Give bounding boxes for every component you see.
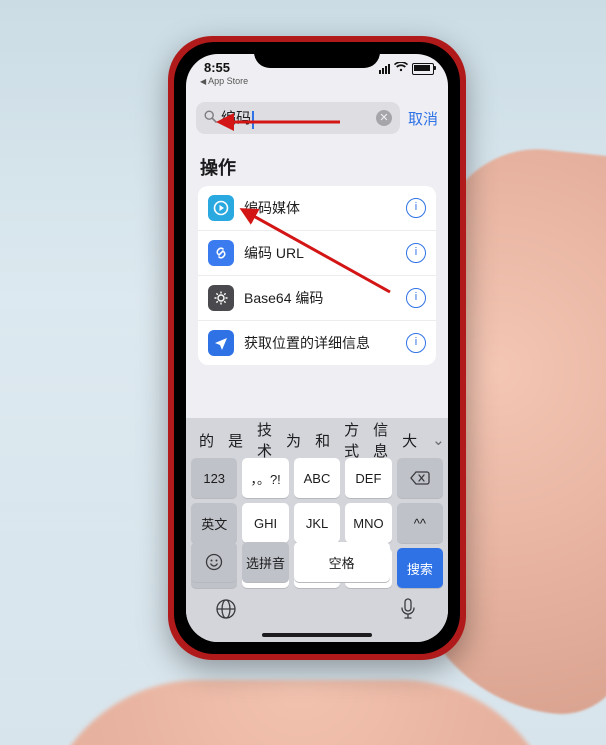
back-to-appstore[interactable]: App Store bbox=[200, 76, 248, 86]
key-punct[interactable]: ，。?! bbox=[242, 458, 288, 498]
cellular-icon bbox=[379, 64, 390, 74]
mic-icon[interactable] bbox=[396, 597, 420, 621]
candidate[interactable]: 是 bbox=[221, 430, 250, 451]
candidate[interactable]: 为 bbox=[279, 430, 308, 451]
candidate[interactable]: 方式 bbox=[337, 419, 366, 461]
key-select-pinyin[interactable]: 选拼音 bbox=[242, 542, 288, 582]
candidate[interactable]: 大 bbox=[395, 430, 424, 451]
section-title: 操作 bbox=[200, 154, 434, 180]
gear-icon bbox=[208, 285, 234, 311]
candidate-expand-icon[interactable]: ⌄ bbox=[424, 431, 448, 449]
info-icon[interactable]: i bbox=[406, 333, 426, 353]
key-backspace[interactable] bbox=[397, 458, 443, 498]
link-icon bbox=[208, 240, 234, 266]
clear-icon[interactable]: ✕ bbox=[376, 110, 392, 126]
candidate[interactable]: 和 bbox=[308, 430, 337, 451]
status-time: 8:55 bbox=[204, 60, 230, 75]
location-icon bbox=[208, 330, 234, 356]
candidate[interactable]: 技术 bbox=[250, 419, 279, 461]
media-icon bbox=[208, 195, 234, 221]
candidate-bar[interactable]: 的 是 技术 为 和 方式 信息 大 ⌄ bbox=[186, 422, 448, 458]
annotation-arrow-to-media bbox=[240, 202, 400, 307]
key-jkl[interactable]: JKL bbox=[294, 503, 340, 543]
key-mno[interactable]: MNO bbox=[345, 503, 391, 543]
info-icon[interactable]: i bbox=[406, 198, 426, 218]
globe-icon[interactable] bbox=[214, 597, 238, 621]
key-search[interactable]: 搜索 bbox=[397, 548, 443, 588]
key-ghi[interactable]: GHI bbox=[242, 503, 288, 543]
action-label: 获取位置的详细信息 bbox=[244, 333, 406, 353]
info-icon[interactable]: i bbox=[406, 288, 426, 308]
keyboard: 的 是 技术 为 和 方式 信息 大 ⌄ 123 ，。?! ABC bbox=[186, 418, 448, 642]
key-english[interactable]: 英文 bbox=[191, 503, 237, 543]
key-smiley[interactable] bbox=[191, 542, 237, 582]
info-icon[interactable]: i bbox=[406, 243, 426, 263]
key-emoji[interactable]: ^^ bbox=[397, 503, 443, 543]
battery-icon bbox=[412, 63, 434, 75]
key-def[interactable]: DEF bbox=[345, 458, 391, 498]
key-space[interactable]: 空格 bbox=[294, 542, 390, 582]
keyboard-footer bbox=[186, 587, 448, 633]
candidate[interactable]: 的 bbox=[192, 430, 221, 451]
search-icon bbox=[204, 110, 217, 126]
annotation-arrow-to-search bbox=[220, 102, 350, 147]
scene: 8:55 App Store bbox=[0, 0, 606, 745]
wifi-icon bbox=[394, 62, 408, 75]
cancel-button[interactable]: 取消 bbox=[408, 108, 438, 129]
notch bbox=[254, 42, 380, 68]
key-abc[interactable]: ABC bbox=[294, 458, 340, 498]
home-indicator[interactable] bbox=[262, 633, 372, 637]
candidate[interactable]: 信息 bbox=[366, 419, 395, 461]
key-123[interactable]: 123 bbox=[191, 458, 237, 498]
action-row-location-details[interactable]: 获取位置的详细信息 i bbox=[198, 321, 436, 365]
status-right bbox=[379, 62, 434, 75]
